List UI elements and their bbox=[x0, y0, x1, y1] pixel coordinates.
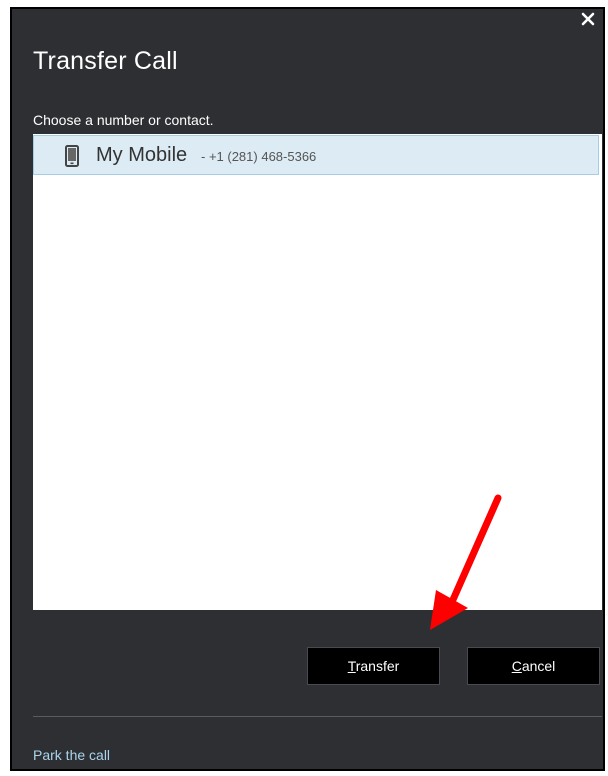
transfer-call-dialog: Transfer Call Choose a number or contact… bbox=[10, 7, 605, 771]
dialog-title: Transfer Call bbox=[33, 47, 178, 75]
transfer-label-rest: ransfer bbox=[355, 658, 400, 674]
contact-number: - +1 (281) 468-5366 bbox=[201, 149, 317, 164]
cancel-label-rest: ancel bbox=[521, 658, 556, 674]
contact-list[interactable]: My Mobile - +1 (281) 468-5366 bbox=[33, 134, 602, 610]
list-item-my-mobile[interactable]: My Mobile - +1 (281) 468-5366 bbox=[33, 135, 599, 175]
transfer-button-label: Transfer bbox=[348, 658, 400, 674]
transfer-accesskey: T bbox=[347, 658, 356, 674]
transfer-button[interactable]: Transfer bbox=[307, 647, 440, 685]
close-button[interactable] bbox=[581, 12, 595, 26]
contact-name: My Mobile bbox=[96, 144, 188, 166]
footer-divider bbox=[33, 716, 602, 717]
cancel-button-label: Cancel bbox=[512, 658, 556, 674]
choose-contact-prompt: Choose a number or contact. bbox=[33, 112, 214, 128]
cancel-button[interactable]: Cancel bbox=[467, 647, 600, 685]
cancel-accesskey: C bbox=[511, 658, 522, 674]
mobile-phone-icon bbox=[65, 145, 79, 167]
close-icon bbox=[581, 12, 595, 26]
park-call-link[interactable]: Park the call bbox=[33, 747, 110, 763]
